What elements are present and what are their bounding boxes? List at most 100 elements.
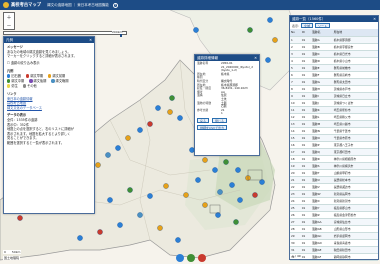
- popup-row-value: 1: [221, 111, 223, 116]
- table-cell: 遺跡K: [311, 106, 333, 114]
- table-cell: 埼玉県熊谷市: [332, 106, 378, 114]
- table-row[interactable]: 17 01 遺跡Q 東京都町田市: [290, 148, 378, 156]
- table-row[interactable]: 10 01 遺跡J 茨城県つくば市: [290, 99, 378, 107]
- table-cell: 5: [290, 64, 301, 72]
- table-cell: 01: [300, 92, 312, 100]
- popup-row-value: 栃木県: [221, 71, 230, 76]
- legend-dot-icon: [48, 74, 52, 78]
- table-row[interactable]: 32 01 遺跡AF 静岡県静岡市: [290, 253, 378, 261]
- table-cell: 遺跡C: [311, 50, 333, 58]
- table-cell: 山梨県甲府市: [332, 169, 378, 177]
- filter-checkbox-label: 遺跡の絞り込み表示: [10, 60, 40, 65]
- table-cell: 遺跡S: [311, 162, 333, 170]
- table-row[interactable]: 6 01 遺跡F 群馬県高崎市: [290, 71, 378, 79]
- sort-button[interactable]: ソート: [315, 23, 331, 28]
- table-row[interactable]: 25 01 遺跡Y 福島県郡山市: [290, 204, 378, 212]
- table-row[interactable]: 13 01 遺跡M 埼玉県川越市: [290, 120, 378, 128]
- table-row[interactable]: 16 01 遺跡P 東京都八王子市: [290, 141, 378, 149]
- table-row[interactable]: 5 01 遺跡E 群馬県前橋市: [290, 64, 378, 72]
- table-row[interactable]: 22 01 遺跡V 長野県諏訪市: [290, 183, 378, 191]
- table-cell: 遺跡AF: [311, 253, 333, 261]
- table-cell: 遺跡X: [311, 197, 333, 205]
- table-cell: 17: [290, 148, 301, 156]
- table-cell: 遺跡D: [311, 57, 333, 65]
- site-table-body: 1 01 遺跡A 栃木県那須郡 2 01 遺跡B 栃木県宇都宮市 3 01 遺跡C 栃木県日光市 4 01…: [290, 36, 378, 261]
- table-row[interactable]: 3 01 遺跡C 栃木県日光市: [290, 50, 378, 58]
- column-header[interactable]: 遺跡名: [311, 29, 333, 37]
- site-detail-popup: 遺跡詳細情報 ✕ 遺跡名称 2050-01 21_2020000_(Kyoto)_2…: [194, 54, 260, 156]
- back-button[interactable]: 戻る: [197, 117, 210, 123]
- filter-label: 表示:: [292, 23, 300, 28]
- table-row[interactable]: 14 01 遺跡N 千葉県千葉市: [290, 127, 378, 135]
- table-row[interactable]: 2 01 遺跡B 栃木県宇都宮市: [290, 43, 378, 51]
- table-row[interactable]: 21 01 遺跡U 長野県松本市: [290, 176, 378, 184]
- table-cell: 遺跡R: [311, 155, 333, 163]
- layer-icon[interactable]: [187, 254, 195, 262]
- table-row[interactable]: 27 01 遺跡AA 宮城県仙台市: [290, 218, 378, 226]
- table-cell: 13: [290, 120, 301, 128]
- table-row[interactable]: 31 01 遺跡AE 秋田県秋田市: [290, 246, 378, 254]
- table-row[interactable]: 18 01 遺跡R 神奈川県相模原市: [290, 155, 378, 163]
- table-cell: 31: [290, 246, 301, 254]
- table-row[interactable]: 29 01 遺跡AC 岩手県盛岡市: [290, 232, 378, 240]
- table-row[interactable]: 12 01 遺跡L 埼玉県秩父市: [290, 113, 378, 121]
- table-row[interactable]: 7 01 遺跡G 群馬県太田市: [290, 78, 378, 86]
- filter-checkbox[interactable]: ☐ 遺跡の絞り込み表示: [7, 61, 91, 66]
- help-icon[interactable]: ?: [112, 2, 118, 8]
- table-row[interactable]: 19 01 遺跡S 神奈川県横浜市: [290, 162, 378, 170]
- table-cell: 岩手県盛岡市: [332, 232, 378, 240]
- popup-footer: 詳細をCSVで出力: [195, 124, 259, 131]
- table-cell: 30: [290, 239, 301, 247]
- table-cell: 01: [300, 232, 312, 240]
- table-row[interactable]: 9 01 遺跡I 茨城県日立市: [290, 92, 378, 100]
- column-header[interactable]: ID: [300, 29, 312, 37]
- zoom-slider[interactable]: [3, 31, 127, 37]
- close-icon[interactable]: ✕: [373, 17, 376, 21]
- zoom-out-button[interactable]: －: [6, 22, 11, 29]
- table-cell: 新潟県長岡市: [332, 190, 378, 198]
- table-cell: 群馬県太田市: [332, 78, 378, 86]
- table-row[interactable]: 28 01 遺跡AB 山形県山形市: [290, 225, 378, 233]
- close-icon[interactable]: ✕: [254, 56, 257, 60]
- link[interactable]: 縄文文化のデータベース: [7, 106, 91, 111]
- legend-dot-icon: [7, 84, 11, 88]
- table-cell: 長野県諏訪市: [332, 183, 378, 191]
- table-row[interactable]: 26 01 遺跡Z 福島県会津若松市: [290, 211, 378, 219]
- table-cell: 01: [300, 106, 312, 114]
- close-icon[interactable]: ✕: [89, 38, 92, 42]
- table-cell: 01: [300, 57, 312, 65]
- table-cell: 4: [290, 57, 301, 65]
- site-table: No ID 遺跡名 所在地 1 01 遺跡A 栃木県那須郡 2 01 遺跡B 栃木県宇都宮市 3…: [290, 29, 378, 261]
- table-cell: 秋田県秋田市: [332, 246, 378, 254]
- filter-select[interactable]: 全域: [301, 23, 314, 28]
- zoom-in-button[interactable]: ＋: [6, 14, 11, 21]
- column-header[interactable]: 所在地: [332, 29, 378, 37]
- table-cell: 01: [300, 134, 312, 142]
- table-row[interactable]: 1 01 遺跡A 栃木県那須郡: [290, 36, 378, 44]
- close-button[interactable]: 閉じる: [212, 117, 228, 123]
- table-cell: 01: [300, 148, 312, 156]
- table-cell: 23: [290, 190, 301, 198]
- table-row[interactable]: 30 01 遺跡AD 青森県青森市: [290, 239, 378, 247]
- pagination[interactable]: 1 / 49: [292, 254, 301, 258]
- table-row[interactable]: 8 01 遺跡H 茨城県水戸市: [290, 85, 378, 93]
- table-cell: 福島県郡山市: [332, 204, 378, 212]
- popup-title: 遺跡詳細情報: [197, 55, 218, 60]
- table-row[interactable]: 15 01 遺跡O 千葉県市原市: [290, 134, 378, 142]
- table-cell: 遺跡AD: [311, 239, 333, 247]
- legend-dot-icon: [7, 79, 11, 83]
- table-row[interactable]: 4 01 遺跡D 栃木県小山市: [290, 57, 378, 65]
- table-row[interactable]: 20 01 遺跡T 山梨県甲府市: [290, 169, 378, 177]
- table-cell: 20: [290, 169, 301, 177]
- table-row[interactable]: 11 01 遺跡K 埼玉県熊谷市: [290, 106, 378, 114]
- table-cell: 宮城県仙台市: [332, 218, 378, 226]
- table-cell: 01: [300, 99, 312, 107]
- app-subtitle: 縄文の遺跡地図 ｜ 東日本考古地図機能: [47, 2, 109, 7]
- column-header[interactable]: No: [290, 29, 301, 37]
- table-row[interactable]: 24 01 遺跡X 新潟県新潟市: [290, 197, 378, 205]
- table-row[interactable]: 23 01 遺跡W 新潟県長岡市: [290, 190, 378, 198]
- location-icon[interactable]: [176, 254, 184, 262]
- print-icon[interactable]: [198, 254, 206, 262]
- csv-export-button[interactable]: 詳細をCSVで出力: [197, 124, 228, 130]
- table-cell: 7: [290, 78, 301, 86]
